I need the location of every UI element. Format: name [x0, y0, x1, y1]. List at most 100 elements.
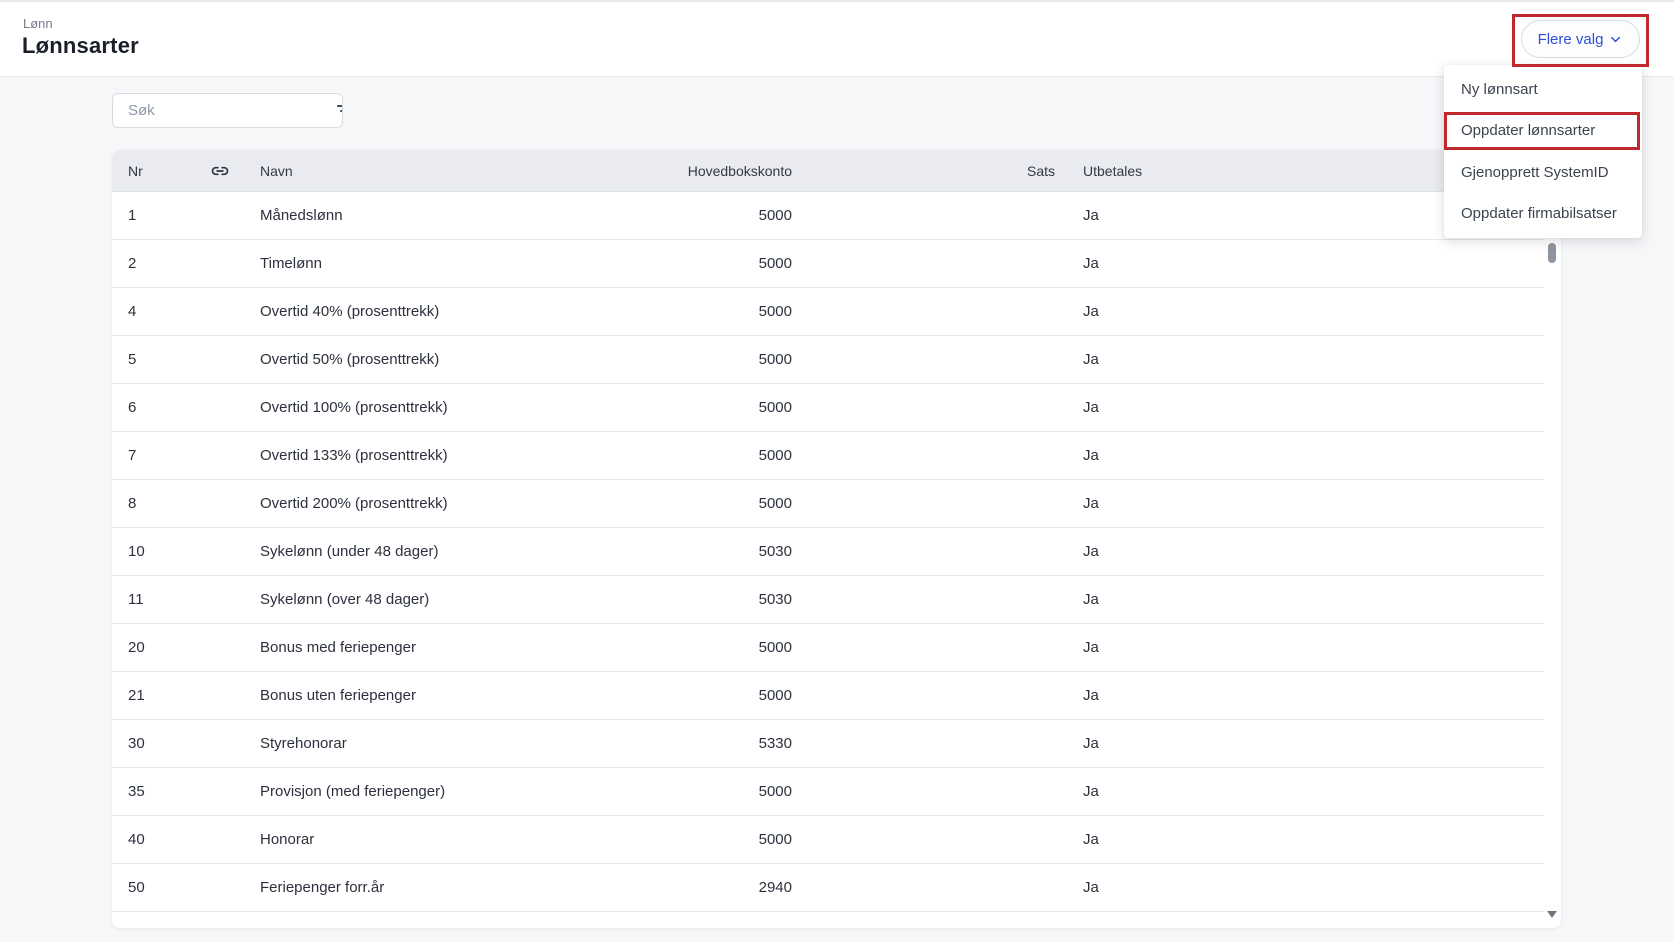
cell-utbetales: Ja — [1055, 495, 1544, 512]
table-row[interactable]: 8 Overtid 200% (prosenttrekk) 5000 Ja — [112, 480, 1544, 528]
cell-utbetales: Ja — [1055, 639, 1544, 656]
table-row[interactable]: 30 Styrehonorar 5330 Ja — [112, 720, 1544, 768]
cell-hovedbokskonto: 5000 — [512, 639, 792, 656]
cell-hovedbokskonto: 2940 — [512, 879, 792, 896]
cell-nr: 7 — [112, 447, 192, 464]
table-row[interactable]: 40 Honorar 5000 Ja — [112, 816, 1544, 864]
cell-nr: 8 — [112, 495, 192, 512]
cell-navn: Bonus med feriepenger — [248, 639, 512, 656]
table-row[interactable]: 11 Sykelønn (over 48 dager) 5030 Ja — [112, 576, 1544, 624]
cell-nr: 20 — [112, 639, 192, 656]
cell-hovedbokskonto: 5030 — [512, 543, 792, 560]
table-row[interactable]: 7 Overtid 133% (prosenttrekk) 5000 Ja — [112, 432, 1544, 480]
table-row[interactable]: 5 Overtid 50% (prosenttrekk) 5000 Ja — [112, 336, 1544, 384]
cell-nr: 30 — [112, 735, 192, 752]
cell-hovedbokskonto: 5330 — [512, 735, 792, 752]
cell-navn: Styrehonorar — [248, 735, 512, 752]
breadcrumb[interactable]: Lønn — [23, 16, 53, 31]
cell-nr: 1 — [112, 207, 192, 224]
column-header-navn: Navn — [248, 163, 512, 179]
page-header: Lønn Lønnsarter — [0, 2, 1674, 77]
table-row[interactable]: 21 Bonus uten feriepenger 5000 Ja — [112, 672, 1544, 720]
cell-hovedbokskonto: 5000 — [512, 495, 792, 512]
cell-utbetales: Ja — [1055, 399, 1544, 416]
column-header-hovedbokskonto: Hovedbokskonto — [512, 163, 792, 179]
cell-nr: 2 — [112, 255, 192, 272]
cell-utbetales: Ja — [1055, 591, 1544, 608]
cell-navn: Overtid 40% (prosenttrekk) — [248, 303, 512, 320]
cell-navn: Bonus uten feriepenger — [248, 687, 512, 704]
table-row[interactable]: 35 Provisjon (med feriepenger) 5000 Ja — [112, 768, 1544, 816]
cell-utbetales: Ja — [1055, 735, 1544, 752]
cell-navn: Provisjon (med feriepenger) — [248, 783, 512, 800]
cell-navn: Overtid 100% (prosenttrekk) — [248, 399, 512, 416]
column-header-sats: Sats — [792, 163, 1055, 179]
table-row[interactable]: 1 Månedslønn 5000 Ja — [112, 192, 1544, 240]
cell-hovedbokskonto: 5000 — [512, 399, 792, 416]
cell-nr: 6 — [112, 399, 192, 416]
cell-hovedbokskonto: 5000 — [512, 351, 792, 368]
column-header-nr: Nr — [112, 163, 192, 179]
filter-button[interactable] — [337, 94, 343, 127]
cell-nr: 50 — [112, 879, 192, 896]
menu-item-ny-lonnsart[interactable]: Ny lønnsart — [1444, 69, 1642, 110]
table-row[interactable]: 20 Bonus med feriepenger 5000 Ja — [112, 624, 1544, 672]
cell-utbetales: Ja — [1055, 447, 1544, 464]
cell-nr: 35 — [112, 783, 192, 800]
link-icon — [192, 161, 248, 181]
table-row[interactable]: 6 Overtid 100% (prosenttrekk) 5000 Ja — [112, 384, 1544, 432]
cell-nr: 5 — [112, 351, 192, 368]
cell-hovedbokskonto: 5000 — [512, 447, 792, 464]
menu-item-oppdater-firmabilsatser[interactable]: Oppdater firmabilsatser — [1444, 193, 1642, 234]
cell-hovedbokskonto: 5000 — [512, 207, 792, 224]
chevron-down-icon — [1608, 32, 1623, 47]
cell-navn: Månedslønn — [248, 207, 512, 224]
cell-navn: Sykelønn (over 48 dager) — [248, 591, 512, 608]
wage-types-table: Nr Navn Hovedbokskonto Sats Utbetales 1 … — [112, 150, 1561, 928]
cell-utbetales: Ja — [1055, 303, 1544, 320]
cell-hovedbokskonto: 5000 — [512, 783, 792, 800]
more-options-label: Flere valg — [1538, 31, 1604, 48]
page-title: Lønnsarter — [22, 33, 139, 59]
cell-navn: Honorar — [248, 831, 512, 848]
cell-utbetales: Ja — [1055, 543, 1544, 560]
cell-navn: Overtid 133% (prosenttrekk) — [248, 447, 512, 464]
more-options-button[interactable]: Flere valg — [1521, 20, 1640, 58]
cell-utbetales: Ja — [1055, 687, 1544, 704]
cell-hovedbokskonto: 5000 — [512, 831, 792, 848]
table-row[interactable]: 2 Timelønn 5000 Ja — [112, 240, 1544, 288]
filter-icon — [337, 105, 343, 117]
cell-utbetales: Ja — [1055, 879, 1544, 896]
cell-nr: 21 — [112, 687, 192, 704]
cell-utbetales: Ja — [1055, 783, 1544, 800]
table-body: 1 Månedslønn 5000 Ja 2 Timelønn 5000 Ja … — [112, 192, 1544, 912]
cell-hovedbokskonto: 5000 — [512, 255, 792, 272]
cell-utbetales: Ja — [1055, 351, 1544, 368]
menu-item-oppdater-lonnsarter[interactable]: Oppdater lønnsarter — [1444, 110, 1642, 151]
search-input[interactable] — [113, 94, 337, 127]
table-row[interactable]: 10 Sykelønn (under 48 dager) 5030 Ja — [112, 528, 1544, 576]
cell-utbetales: Ja — [1055, 255, 1544, 272]
cell-hovedbokskonto: 5000 — [512, 687, 792, 704]
scrollbar-down-arrow-icon[interactable] — [1547, 911, 1557, 918]
cell-nr: 4 — [112, 303, 192, 320]
vertical-scrollbar — [1544, 192, 1561, 928]
cell-nr: 40 — [112, 831, 192, 848]
cell-nr: 11 — [112, 591, 192, 608]
cell-navn: Overtid 200% (prosenttrekk) — [248, 495, 512, 512]
more-options-menu: Ny lønnsart Oppdater lønnsarter Gjenoppr… — [1444, 65, 1642, 238]
table-row[interactable]: 50 Feriepenger forr.år 2940 Ja — [112, 864, 1544, 912]
cell-nr: 10 — [112, 543, 192, 560]
search-box — [112, 93, 343, 128]
scrollbar-thumb[interactable] — [1548, 243, 1556, 263]
cell-navn: Timelønn — [248, 255, 512, 272]
table-row[interactable]: 4 Overtid 40% (prosenttrekk) 5000 Ja — [112, 288, 1544, 336]
cell-hovedbokskonto: 5000 — [512, 303, 792, 320]
cell-utbetales: Ja — [1055, 831, 1544, 848]
menu-item-gjenopprett-systemid[interactable]: Gjenopprett SystemID — [1444, 152, 1642, 193]
table-header-row: Nr Navn Hovedbokskonto Sats Utbetales — [112, 150, 1561, 192]
cell-navn: Overtid 50% (prosenttrekk) — [248, 351, 512, 368]
cell-navn: Sykelønn (under 48 dager) — [248, 543, 512, 560]
cell-hovedbokskonto: 5030 — [512, 591, 792, 608]
cell-navn: Feriepenger forr.år — [248, 879, 512, 896]
